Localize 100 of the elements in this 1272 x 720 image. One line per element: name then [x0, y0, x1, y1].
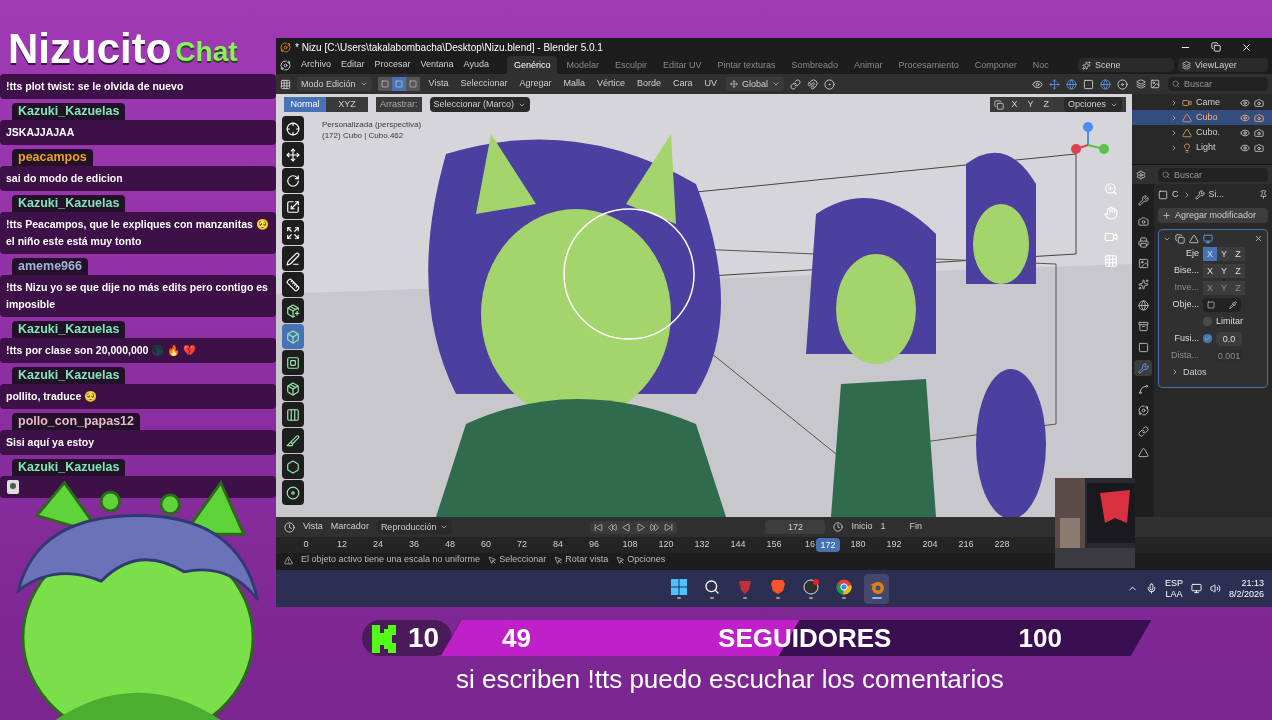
workspace-tab[interactable]: Noc — [1025, 56, 1056, 74]
close-button[interactable] — [1241, 41, 1252, 53]
menu-item[interactable]: Archivo — [301, 58, 331, 72]
frame-tick: 172 — [816, 538, 840, 552]
chat-message: sai do modo de edicion — [0, 166, 276, 191]
menu-item[interactable]: Cara — [670, 77, 696, 91]
menu-item[interactable]: Ventana — [420, 58, 454, 72]
camera-icon — [1254, 142, 1264, 153]
workspace-tab[interactable]: Animar — [847, 56, 890, 74]
add-modifier-button[interactable]: Agregar modificador — [1158, 207, 1268, 223]
chevron-down-icon — [359, 80, 368, 88]
magnet-icon — [807, 78, 819, 90]
checkbox[interactable] — [1203, 317, 1212, 326]
axis-toggle[interactable]: Y — [1217, 263, 1231, 278]
mouse-icon — [488, 555, 498, 565]
rewind-icon — [608, 522, 618, 532]
search-field[interactable]: Buscar — [1168, 77, 1268, 91]
square-icon — [408, 80, 417, 88]
mouse-icon — [616, 555, 626, 565]
view-layer-field[interactable]: ViewLayer — [1178, 58, 1268, 72]
maximize-button[interactable] — [1211, 41, 1221, 52]
gizmo-icon — [1049, 78, 1060, 90]
goal-current: 49 — [502, 621, 531, 655]
outliner-item[interactable]: Cubo — [1132, 110, 1272, 125]
frame-tick: 216 — [957, 538, 975, 552]
start-label: Inicio — [851, 520, 873, 534]
frame-field[interactable]: 172 — [765, 520, 826, 534]
select-mode-button[interactable] — [377, 77, 392, 91]
search-icon — [703, 578, 720, 595]
eyedropper-icon — [1229, 300, 1237, 309]
menu-item[interactable]: Ayuda — [463, 58, 489, 72]
keyboard-layout-label: LAA — [1165, 588, 1183, 600]
workspace-tab[interactable]: Componer — [967, 56, 1024, 74]
search-icon — [1162, 170, 1170, 179]
chat-message: !tts Peacampos, que le expliques con manzanitas 🥺 el niño este está muy tonto — [0, 212, 276, 254]
outliner-item[interactable]: Cubo. — [1132, 125, 1272, 140]
mode-dropdown[interactable]: Modo Edición — [297, 77, 372, 91]
volume-icon — [1209, 583, 1221, 594]
chat-title: Chat — [175, 38, 238, 66]
menu-item[interactable]: Editar — [341, 58, 365, 72]
workspace-tab[interactable]: Esculpir — [608, 56, 654, 74]
menu-item[interactable]: Vértice — [594, 77, 628, 91]
subpanel-header[interactable]: Datos — [1183, 365, 1207, 379]
chrome-icon — [835, 578, 852, 595]
menu-item[interactable]: Procesar — [374, 58, 411, 72]
workspace-tab[interactable]: Pintar texturas — [710, 56, 783, 74]
object-field[interactable] — [1203, 297, 1241, 312]
square-icon — [1137, 341, 1149, 353]
status-message: El objeto activo tiene una escala no uniforme — [301, 553, 481, 567]
workspace-tab[interactable]: Procesamiento — [891, 56, 966, 74]
status-hint: Rotar vista — [565, 553, 609, 567]
clock-date: 8/2/2026 — [1228, 588, 1264, 600]
workspace-tab[interactable]: Editar UV — [656, 56, 709, 74]
axis-toggle[interactable]: Z — [1231, 246, 1245, 261]
properties-tab[interactable] — [1134, 360, 1152, 376]
link-icon — [790, 78, 802, 90]
scene-field[interactable]: Scene — [1078, 58, 1174, 72]
eye-icon — [1032, 78, 1043, 90]
taskbar-app[interactable] — [864, 573, 889, 604]
eye-icon — [1240, 97, 1250, 108]
checkbox[interactable] — [1203, 334, 1212, 343]
workspace-tab[interactable]: Modelar — [559, 56, 606, 74]
breadcrumb-item: C — [1172, 188, 1179, 201]
outliner-item[interactable]: Light — [1132, 140, 1272, 155]
outliner-type-icon — [1136, 79, 1146, 89]
channel-name: Nizucito — [8, 28, 172, 70]
plus-icon — [1162, 210, 1171, 220]
menu-item[interactable]: Vista — [303, 520, 323, 534]
axis-toggle[interactable]: X — [1203, 263, 1217, 278]
menu-item[interactable]: Vista — [425, 77, 452, 91]
menu-item[interactable]: Seleccionar — [457, 77, 511, 91]
menu-item[interactable]: Marcador — [330, 520, 369, 534]
number-field[interactable]: 0.0 — [1216, 331, 1242, 346]
orientation-dropdown[interactable]: Global — [726, 77, 785, 91]
menu-item[interactable]: UV — [701, 77, 721, 91]
workspace-tab[interactable]: Genérico — [506, 56, 558, 74]
globe-icon — [1137, 299, 1149, 311]
menu-item[interactable]: Agregar — [516, 77, 555, 91]
window-title: * Nizu [C:\Users\takalabombacha\Desktop\Nizu.blend] - Blender 5.0.1 — [295, 40, 603, 55]
outliner-item[interactable]: Came — [1132, 95, 1272, 110]
search-field[interactable]: Buscar — [1158, 167, 1268, 182]
axis-toggle[interactable]: Z — [1231, 263, 1245, 278]
username: Kazuki_Kazuelas — [18, 104, 120, 118]
axis-toggle[interactable]: Y — [1217, 246, 1231, 261]
play-icon — [636, 522, 646, 532]
clock-icon — [284, 521, 295, 533]
playback-dropdown[interactable]: Reproducción — [376, 520, 453, 534]
menu-item[interactable]: Malla — [560, 77, 588, 91]
start-field[interactable]: 1 — [880, 520, 886, 534]
wrench-icon — [1137, 362, 1149, 374]
video-camera-icon — [1182, 97, 1192, 108]
camera-icon — [1137, 215, 1149, 227]
mirror-icon — [1175, 233, 1185, 244]
frame-tick: 144 — [729, 538, 747, 552]
axis-toggle[interactable]: X — [1203, 246, 1217, 261]
archive-icon — [1137, 320, 1149, 332]
link-icon — [1137, 425, 1149, 437]
end-label: Fin — [909, 520, 922, 534]
workspace-tab[interactable]: Sombreado — [784, 56, 846, 74]
menu-item[interactable]: Borde — [634, 77, 665, 91]
